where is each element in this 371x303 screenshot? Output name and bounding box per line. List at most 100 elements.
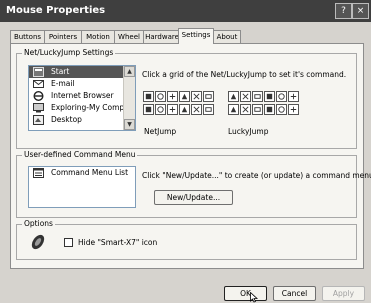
list-scrollbar[interactable]: ▲ ▼ bbox=[123, 66, 135, 130]
luckyjump-grid[interactable] bbox=[228, 91, 304, 119]
window-title: Mouse Properties bbox=[6, 5, 106, 16]
luckyjump-grid-cell[interactable] bbox=[240, 91, 251, 102]
netjump-grid-cell[interactable] bbox=[179, 104, 190, 115]
scroll-down-icon[interactable]: ▼ bbox=[124, 119, 135, 130]
luckyjump-grid-cell[interactable] bbox=[276, 91, 287, 102]
start-icon bbox=[33, 67, 44, 77]
mouse-properties-window: Mouse Properties ? × Buttons Pointers Mo… bbox=[0, 0, 371, 303]
netlucky-command-list[interactable]: Start E-mail Internet Browser Exploring-… bbox=[28, 65, 136, 131]
luckyjump-grid-cell[interactable] bbox=[264, 91, 275, 102]
command-glyph-icon bbox=[230, 106, 237, 113]
hide-icon-label: Hide "Smart-X7" icon bbox=[78, 238, 158, 247]
luckyjump-grid-cell[interactable] bbox=[240, 104, 251, 115]
netjump-grid-cell[interactable] bbox=[167, 104, 178, 115]
list-item-label: Internet Browser bbox=[51, 91, 114, 100]
command-glyph-icon bbox=[230, 93, 237, 100]
luckyjump-label: LuckyJump bbox=[228, 127, 269, 136]
netlucky-hint: Click a grid of the Net/LuckyJump to set… bbox=[142, 70, 347, 79]
ok-button[interactable]: OK bbox=[224, 286, 267, 301]
list-item-internet-browser[interactable]: Internet Browser bbox=[29, 90, 135, 102]
settings-panel: Net/LuckyJump Settings Start E-mail Inte… bbox=[10, 43, 371, 269]
desktop-icon bbox=[33, 115, 44, 125]
netjump-grid-cell[interactable] bbox=[191, 104, 202, 115]
luckyjump-grid-cell[interactable] bbox=[228, 91, 239, 102]
command-glyph-icon bbox=[181, 93, 188, 100]
netjump-grid-cell[interactable] bbox=[203, 104, 214, 115]
command-glyph-icon bbox=[266, 93, 273, 100]
command-glyph-icon bbox=[278, 93, 285, 100]
command-glyph-icon bbox=[169, 106, 176, 113]
netjump-grid-cell[interactable] bbox=[155, 91, 166, 102]
luckyjump-grid-cell[interactable] bbox=[252, 91, 263, 102]
close-button[interactable]: × bbox=[352, 3, 369, 19]
netjump-grid-cell[interactable] bbox=[143, 91, 154, 102]
options-legend: Options bbox=[22, 219, 55, 228]
browser-icon bbox=[33, 91, 44, 101]
user-menu-legend: User-defined Command Menu bbox=[22, 150, 138, 159]
netjump-grid[interactable] bbox=[143, 91, 219, 119]
list-item-label: Command Menu List bbox=[51, 168, 129, 177]
command-glyph-icon bbox=[181, 106, 188, 113]
command-glyph-icon bbox=[254, 94, 261, 99]
netjump-label: NetJump bbox=[144, 127, 177, 136]
command-glyph-icon bbox=[290, 106, 297, 113]
scroll-up-icon[interactable]: ▲ bbox=[124, 66, 135, 77]
tab-motion[interactable]: Motion bbox=[81, 30, 115, 43]
hide-icon-checkbox[interactable] bbox=[64, 238, 73, 247]
netjump-grid-cell[interactable] bbox=[191, 91, 202, 102]
list-item-label: Desktop bbox=[51, 115, 82, 124]
luckyjump-grid-cell[interactable] bbox=[252, 104, 263, 115]
command-glyph-icon bbox=[242, 93, 249, 100]
tab-pointers[interactable]: Pointers bbox=[44, 30, 82, 43]
netjump-grid-cell[interactable] bbox=[155, 104, 166, 115]
tab-about[interactable]: About bbox=[213, 30, 241, 43]
list-item-label: E-mail bbox=[51, 79, 75, 88]
command-glyph-icon bbox=[205, 94, 212, 99]
command-glyph-icon bbox=[254, 107, 261, 112]
tab-buttons[interactable]: Buttons bbox=[10, 30, 45, 43]
cancel-button[interactable]: Cancel bbox=[273, 286, 316, 301]
command-glyph-icon bbox=[205, 107, 212, 112]
tab-wheel[interactable]: Wheel bbox=[114, 30, 144, 43]
options-group: Options Hide "Smart-X7" icon bbox=[16, 219, 357, 260]
command-menu-list[interactable]: Command Menu List bbox=[28, 166, 136, 208]
luckyjump-grid-cell[interactable] bbox=[228, 104, 239, 115]
command-glyph-icon bbox=[278, 106, 285, 113]
luckyjump-grid-cell[interactable] bbox=[288, 91, 299, 102]
email-icon bbox=[33, 80, 44, 88]
tab-hardware[interactable]: Hardware bbox=[143, 30, 181, 43]
command-glyph-icon bbox=[157, 93, 164, 100]
apply-button: Apply bbox=[322, 286, 365, 301]
netlucky-group: Net/LuckyJump Settings Start E-mail Inte… bbox=[16, 48, 357, 149]
command-glyph-icon bbox=[145, 106, 152, 113]
netlucky-legend: Net/LuckyJump Settings bbox=[22, 48, 116, 57]
command-glyph-icon bbox=[193, 106, 200, 113]
command-glyph-icon bbox=[242, 106, 249, 113]
tab-settings[interactable]: Settings bbox=[178, 28, 214, 44]
command-glyph-icon bbox=[290, 93, 297, 100]
netjump-grid-cell[interactable] bbox=[179, 91, 190, 102]
luckyjump-grid-cell[interactable] bbox=[288, 104, 299, 115]
netjump-grid-cell[interactable] bbox=[203, 91, 214, 102]
mouse-icon bbox=[31, 234, 45, 250]
command-glyph-icon bbox=[193, 93, 200, 100]
list-item-desktop[interactable]: Desktop bbox=[29, 114, 135, 126]
list-item-exploring-my-computer[interactable]: Exploring-My Computer bbox=[29, 102, 135, 114]
help-button[interactable]: ? bbox=[335, 3, 352, 19]
computer-icon bbox=[33, 103, 44, 113]
luckyjump-grid-cell[interactable] bbox=[264, 104, 275, 115]
list-item-command-menu[interactable]: Command Menu List bbox=[29, 167, 135, 179]
new-update-button[interactable]: New/Update... bbox=[154, 190, 233, 205]
title-bar[interactable]: Mouse Properties ? × bbox=[0, 0, 371, 22]
netjump-grid-cell[interactable] bbox=[143, 104, 154, 115]
netjump-grid-cell[interactable] bbox=[167, 91, 178, 102]
luckyjump-grid-cell[interactable] bbox=[276, 104, 287, 115]
list-item-start[interactable]: Start bbox=[29, 66, 135, 78]
command-glyph-icon bbox=[266, 106, 273, 113]
menu-list-icon bbox=[33, 168, 44, 178]
command-glyph-icon bbox=[157, 106, 164, 113]
command-glyph-icon bbox=[169, 93, 176, 100]
user-menu-hint: Click "New/Update..." to create (or upda… bbox=[142, 171, 371, 180]
user-command-menu-group: User-defined Command Menu Command Menu L… bbox=[16, 150, 371, 218]
list-item-email[interactable]: E-mail bbox=[29, 78, 135, 90]
